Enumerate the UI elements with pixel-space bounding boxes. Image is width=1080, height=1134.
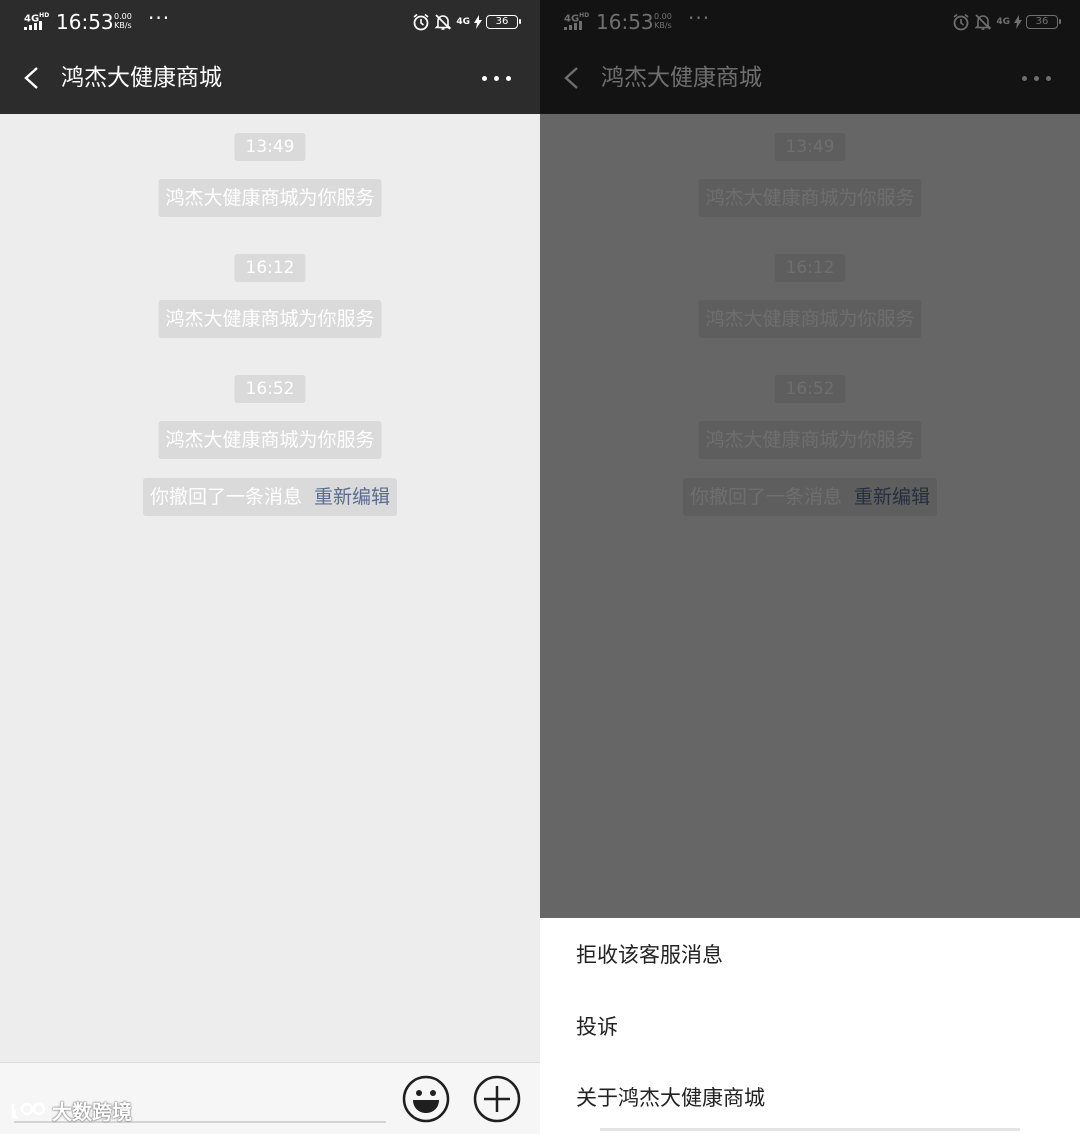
reject-messages-option[interactable]: 拒收该客服消息 xyxy=(576,939,723,971)
system-message: 鸿杰大健康商城为你服务 xyxy=(158,300,382,338)
network-speed: 0.00KB/s xyxy=(114,12,132,30)
battery-icon: 36 xyxy=(486,15,521,29)
more-notifications-icon: ··· xyxy=(148,6,171,30)
message-timestamp: 16:12 xyxy=(234,254,306,282)
chat-screen-left: 4GHD 16:53 0.00 KB/s ··· 4G 36 鸿杰大健康商城 13… xyxy=(0,0,540,1134)
about-option[interactable]: 关于鸿杰大健康商城 xyxy=(576,1082,765,1114)
alarm-icon xyxy=(413,13,429,31)
chat-area[interactable]: 13:49 鸿杰大健康商城为你服务 16:12 鸿杰大健康商城为你服务 16:5… xyxy=(0,114,540,1062)
re-edit-link[interactable]: 重新编辑 xyxy=(314,486,390,508)
page-title: 鸿杰大健康商城 xyxy=(61,65,222,91)
dim-overlay[interactable] xyxy=(540,0,1080,918)
signal-icon xyxy=(24,21,48,30)
bottom-divider xyxy=(600,1128,1020,1131)
system-message: 鸿杰大健康商城为你服务 xyxy=(158,421,382,459)
mute-bell-icon xyxy=(434,14,452,30)
status-time: 16:53 xyxy=(56,10,114,34)
emoji-icon[interactable] xyxy=(402,1075,450,1123)
back-icon[interactable] xyxy=(22,66,42,90)
chat-screen-right: 4GHD 16:53 0.00KB/s ··· 4G 36 鸿杰大健康商城 13… xyxy=(540,0,1080,1134)
more-options-icon[interactable] xyxy=(482,68,512,88)
recall-notice-text: 你撤回了一条消息 xyxy=(149,486,302,508)
message-timestamp: 16:52 xyxy=(234,375,306,403)
network-type-right: 4G xyxy=(456,16,470,27)
action-sheet: 拒收该客服消息 投诉 关于鸿杰大健康商城 xyxy=(540,918,1080,1134)
charging-icon xyxy=(474,15,482,29)
status-icons: 4G 36 xyxy=(412,12,521,32)
complain-option[interactable]: 投诉 xyxy=(576,1011,618,1043)
system-message: 鸿杰大健康商城为你服务 xyxy=(158,179,382,217)
recall-notice: 你撤回了一条消息重新编辑 xyxy=(142,478,398,516)
watermark: 大数跨境 xyxy=(10,1096,132,1125)
watermark-logo-icon xyxy=(11,1102,46,1119)
status-bar: 4GHD 16:53 0.00KB/s ··· 4G 36 xyxy=(0,0,540,42)
message-timestamp: 13:49 xyxy=(234,133,306,161)
plus-icon[interactable] xyxy=(473,1075,521,1123)
watermark-text: 大数跨境 xyxy=(52,1100,132,1124)
title-bar: 鸿杰大健康商城 xyxy=(0,42,540,114)
